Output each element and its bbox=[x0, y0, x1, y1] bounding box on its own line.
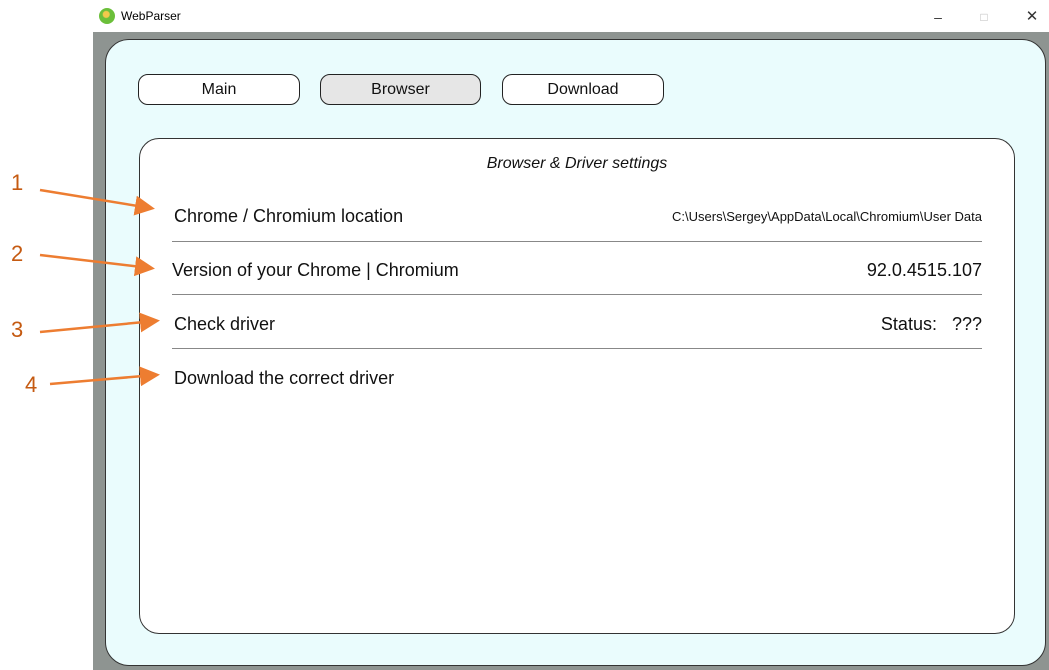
annotation-arrow-2 bbox=[39, 253, 155, 277]
annotation-arrow-1 bbox=[39, 188, 155, 216]
annotation-1: 1 bbox=[11, 170, 24, 195]
annotation-2: 2 bbox=[11, 241, 24, 266]
annotation-4: 4 bbox=[25, 372, 38, 397]
annotation-3: 3 bbox=[11, 317, 24, 342]
annotation-arrow-3 bbox=[39, 312, 160, 334]
annotation-arrows bbox=[39, 188, 160, 387]
annotation-arrow-4 bbox=[49, 366, 160, 387]
